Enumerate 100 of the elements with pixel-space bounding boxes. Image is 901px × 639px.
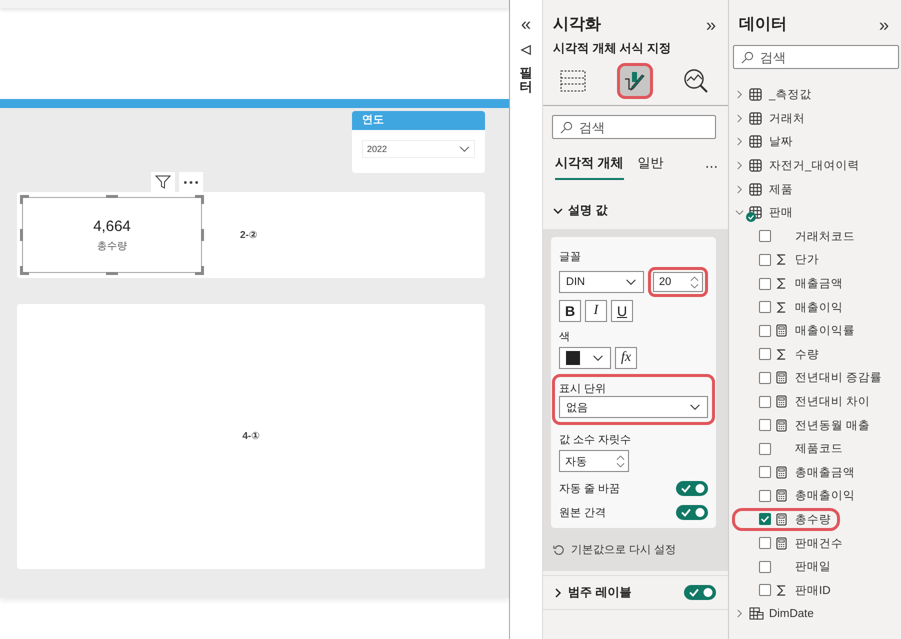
toggle-switch[interactable] bbox=[676, 505, 708, 520]
chevron-icon bbox=[735, 137, 744, 146]
display-units-dropdown[interactable]: 없음 bbox=[559, 396, 708, 418]
calculator-icon bbox=[776, 466, 787, 479]
decimals-field[interactable]: 자동 bbox=[559, 450, 629, 472]
pane-tab[interactable]: 일반 bbox=[638, 154, 664, 180]
kpi-label: 총수량 bbox=[97, 240, 127, 252]
table-grid-icon bbox=[749, 112, 762, 125]
year-dropdown[interactable]: 2022 bbox=[362, 140, 475, 158]
slicer-title: 연도 bbox=[352, 111, 485, 130]
checkbox[interactable] bbox=[759, 230, 771, 242]
chevron-down-icon bbox=[592, 354, 604, 362]
bold-button[interactable]: B bbox=[559, 300, 581, 322]
table-item[interactable]: 판매 bbox=[735, 200, 901, 225]
collapse-button[interactable]: » bbox=[878, 14, 889, 34]
table-item[interactable]: DimDate bbox=[735, 602, 901, 626]
font-label: 글꼴 bbox=[559, 250, 582, 264]
checkbox[interactable] bbox=[759, 254, 771, 266]
pane-title: 시각화 bbox=[553, 15, 601, 35]
table-item[interactable]: 거래처 bbox=[735, 106, 901, 130]
field-item[interactable]: 총매출금액 bbox=[732, 460, 864, 484]
checkbox[interactable] bbox=[759, 584, 771, 596]
checkbox[interactable] bbox=[759, 537, 771, 550]
color-picker[interactable] bbox=[559, 347, 611, 369]
checkbox[interactable] bbox=[759, 324, 771, 337]
checkbox[interactable] bbox=[759, 348, 771, 360]
checkbox[interactable] bbox=[759, 278, 771, 290]
search-icon bbox=[741, 51, 754, 64]
reset-link[interactable]: 기본값으로 다시 설정 bbox=[551, 528, 716, 563]
fx-button[interactable]: fx bbox=[615, 347, 637, 369]
field-item[interactable]: 거래처코드 bbox=[732, 224, 864, 248]
checkbox[interactable] bbox=[759, 513, 771, 526]
toggle-switch[interactable] bbox=[676, 481, 708, 496]
spinner-arrows-icon[interactable] bbox=[690, 276, 699, 288]
field-item[interactable]: 단가 bbox=[732, 248, 828, 272]
field-item[interactable]: 매출이익 bbox=[732, 295, 852, 319]
table-item[interactable]: 자전거_대여이력 bbox=[735, 154, 901, 178]
sigma-icon bbox=[776, 277, 787, 290]
color-label: 색 bbox=[559, 330, 571, 344]
collapse-button[interactable]: » bbox=[706, 14, 716, 34]
font-size-field[interactable]: 20 bbox=[653, 272, 703, 292]
filter-pane-label[interactable]: 필터 bbox=[520, 66, 532, 95]
table-item[interactable]: 날짜 bbox=[735, 130, 901, 154]
display-units-label: 표시 단위 bbox=[559, 382, 608, 396]
checkbox[interactable] bbox=[759, 490, 771, 502]
field-item[interactable]: 제품코드 bbox=[732, 436, 852, 460]
field-item[interactable]: 전년동월 매출 bbox=[732, 413, 880, 437]
field-item[interactable]: 매출이익률 bbox=[732, 318, 864, 343]
expand-button[interactable]: « bbox=[520, 14, 531, 34]
checkbox[interactable] bbox=[759, 466, 771, 478]
filter-button[interactable] bbox=[151, 172, 175, 192]
checkbox[interactable] bbox=[759, 442, 771, 455]
field-item[interactable]: 수량 bbox=[732, 342, 828, 366]
dashed-grid-icon bbox=[560, 69, 586, 93]
field-item[interactable]: 총매출이익 bbox=[732, 484, 864, 508]
table-item[interactable]: 제품 bbox=[735, 177, 901, 201]
italic-button[interactable]: I bbox=[585, 300, 607, 322]
chevron-down-icon bbox=[459, 146, 470, 152]
pane-tab[interactable]: 시각적 개체 bbox=[555, 154, 624, 180]
field-item[interactable]: 판매ID bbox=[732, 578, 840, 602]
field-item[interactable]: 매출금액 bbox=[732, 272, 852, 296]
table-grid-icon bbox=[749, 159, 762, 172]
field-item[interactable]: 판매일 bbox=[732, 554, 840, 578]
chevron-icon bbox=[735, 161, 744, 170]
section-header[interactable]: 범주 레이블 bbox=[553, 584, 632, 601]
calculator-icon bbox=[776, 371, 787, 384]
field-item[interactable]: 총수량 bbox=[732, 508, 840, 532]
decimals-label: 값 소수 자릿수 bbox=[559, 433, 632, 447]
table-grid-icon bbox=[749, 88, 762, 102]
filter-icon[interactable] bbox=[520, 44, 532, 56]
filter-icon bbox=[155, 174, 171, 190]
more-icon bbox=[184, 180, 198, 184]
checkbox[interactable] bbox=[759, 419, 771, 432]
placeholder-text: 4-① bbox=[242, 431, 260, 442]
sigma-icon bbox=[776, 584, 787, 597]
toggle-switch[interactable] bbox=[684, 585, 716, 600]
sigma-icon bbox=[776, 300, 787, 314]
checkbox[interactable] bbox=[759, 301, 771, 314]
kpi-card[interactable]: 4,664 총수량 bbox=[20, 195, 204, 275]
underline-button[interactable]: U bbox=[611, 300, 633, 322]
more-tabs-button[interactable]: ⋯ bbox=[705, 159, 718, 175]
field-item[interactable]: 전년대비 증감률 bbox=[732, 366, 892, 390]
field-item[interactable]: 전년대비 차이 bbox=[732, 390, 880, 414]
chevron-down-icon bbox=[625, 278, 637, 286]
sigma-icon bbox=[776, 253, 787, 266]
search-field[interactable]: 검색 bbox=[552, 115, 716, 139]
field-item[interactable]: 판매건수 bbox=[732, 531, 852, 555]
table-item[interactable]: _측정값 bbox=[735, 83, 901, 107]
spinner-arrows-icon[interactable] bbox=[616, 454, 625, 468]
checkbox[interactable] bbox=[759, 372, 771, 384]
checkbox[interactable] bbox=[759, 396, 771, 408]
chevron-icon bbox=[735, 184, 744, 194]
section-header[interactable]: 설명 값 bbox=[543, 180, 728, 229]
checkbox[interactable] bbox=[759, 560, 771, 573]
search-field[interactable]: 검색 bbox=[733, 45, 899, 69]
placeholder-text: 2-② bbox=[240, 230, 258, 240]
font-dropdown[interactable]: DIN bbox=[559, 271, 644, 293]
format-visual-button[interactable] bbox=[616, 63, 652, 99]
toggle-label: 원본 간격 bbox=[559, 506, 606, 520]
more-options-button[interactable] bbox=[179, 172, 203, 192]
